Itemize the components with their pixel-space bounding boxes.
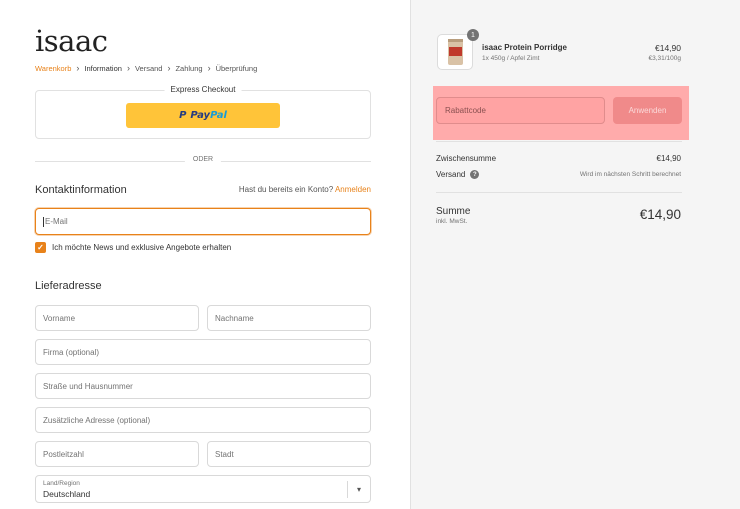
chevron-right-icon: › xyxy=(207,63,211,73)
chevron-right-icon: › xyxy=(126,63,130,73)
product-variant: 1x 450g / Apfel Zimt xyxy=(482,55,540,62)
shipping-label-row: Versand ? xyxy=(436,170,480,179)
breadcrumb-information: Information xyxy=(84,63,122,73)
country-select[interactable]: Land/Region Deutschland ▾ xyxy=(35,475,371,503)
breadcrumb-payment: Zahlung xyxy=(175,63,203,73)
newsletter-row[interactable]: ✓ Ich möchte News und exklusive Angebote… xyxy=(35,242,231,253)
shipping-section-title: Lieferadresse xyxy=(35,280,102,292)
or-divider-label: ODER xyxy=(184,156,222,163)
product-name: isaac Protein Porridge xyxy=(482,43,567,52)
product-unit-price: €3,31/100g xyxy=(648,55,681,62)
account-prompt-text: Hast du bereits ein Konto? xyxy=(238,185,334,194)
street-field[interactable]: Straße und Hausnummer xyxy=(35,373,371,399)
newsletter-label: Ich möchte News und exklusive Angebote e… xyxy=(52,243,232,252)
total-value: €14,90 xyxy=(639,207,681,222)
shipping-label: Versand xyxy=(436,170,466,179)
street-placeholder: Straße und Hausnummer xyxy=(43,381,133,391)
paypal-label-pay: Pay xyxy=(190,110,211,121)
summary-divider xyxy=(436,141,682,142)
address2-field[interactable]: Zusätzliche Adresse (optional) xyxy=(35,407,371,433)
product-jar-label xyxy=(449,47,462,56)
email-field[interactable]: E-Mail xyxy=(35,208,371,235)
product-price: €14,90 xyxy=(655,43,681,53)
discount-placeholder: Rabattcode xyxy=(445,106,486,115)
discount-code-input[interactable]: Rabattcode xyxy=(436,97,605,124)
breadcrumb-shipping: Versand xyxy=(134,63,163,73)
city-field[interactable]: Stadt xyxy=(207,441,371,467)
paypal-p-icon: P xyxy=(179,110,187,121)
breadcrumb: Warenkorb › Information › Versand › Zahl… xyxy=(35,63,257,73)
city-placeholder: Stadt xyxy=(215,449,234,459)
zip-placeholder: Postleitzahl xyxy=(43,449,84,459)
company-field[interactable]: Firma (optional) xyxy=(35,339,371,365)
login-link[interactable]: Anmelden xyxy=(335,185,371,194)
checkout-form-panel: isaac Warenkorb › Information › Versand … xyxy=(0,0,410,509)
first-name-field[interactable]: Vorname xyxy=(35,305,199,331)
chevron-down-icon: ▾ xyxy=(356,485,361,494)
shipping-note: Wird im nächsten Schritt berechnet xyxy=(579,171,681,178)
total-label: Summe xyxy=(436,206,471,217)
contact-section-title: Kontaktinformation xyxy=(35,184,127,196)
paypal-label-pal: Pal xyxy=(210,110,227,121)
country-value: Deutschland xyxy=(43,489,91,499)
text-caret xyxy=(43,216,44,227)
quantity-badge: 1 xyxy=(467,29,479,41)
or-divider: ODER xyxy=(35,156,371,163)
paypal-button[interactable]: P Pay Pal xyxy=(126,103,280,128)
help-icon[interactable]: ? xyxy=(470,170,480,179)
product-jar-lid xyxy=(448,39,463,42)
apply-discount-button[interactable]: Anwenden xyxy=(613,97,682,124)
chevron-right-icon: › xyxy=(167,63,171,73)
subtotal-value: €14,90 xyxy=(656,154,681,163)
last-name-placeholder: Nachname xyxy=(215,313,254,323)
company-placeholder: Firma (optional) xyxy=(43,347,100,357)
product-thumbnail xyxy=(437,34,473,70)
summary-divider xyxy=(436,192,682,193)
first-name-placeholder: Vorname xyxy=(43,313,76,323)
country-label: Land/Region xyxy=(43,480,80,487)
breadcrumb-cart[interactable]: Warenkorb xyxy=(35,64,71,73)
address2-placeholder: Zusätzliche Adresse (optional) xyxy=(43,415,151,425)
order-summary-panel: 1 isaac Protein Porridge 1x 450g / Apfel… xyxy=(410,0,740,509)
last-name-field[interactable]: Nachname xyxy=(207,305,371,331)
email-placeholder: E-Mail xyxy=(45,217,68,226)
express-checkout-title: Express Checkout xyxy=(164,85,242,94)
total-tax-note: inkl. MwSt. xyxy=(436,218,468,225)
newsletter-checkbox[interactable]: ✓ xyxy=(35,242,46,253)
account-prompt: Hast du bereits ein Konto? Anmelden xyxy=(239,185,371,194)
express-checkout-box: Express Checkout P Pay Pal xyxy=(35,85,371,139)
chevron-right-icon: › xyxy=(76,63,80,73)
select-divider xyxy=(347,481,348,498)
subtotal-label: Zwischensumme xyxy=(436,154,497,163)
zip-field[interactable]: Postleitzahl xyxy=(35,441,199,467)
breadcrumb-review: Überprüfung xyxy=(215,63,258,73)
brand-logo[interactable]: isaac xyxy=(35,24,108,58)
